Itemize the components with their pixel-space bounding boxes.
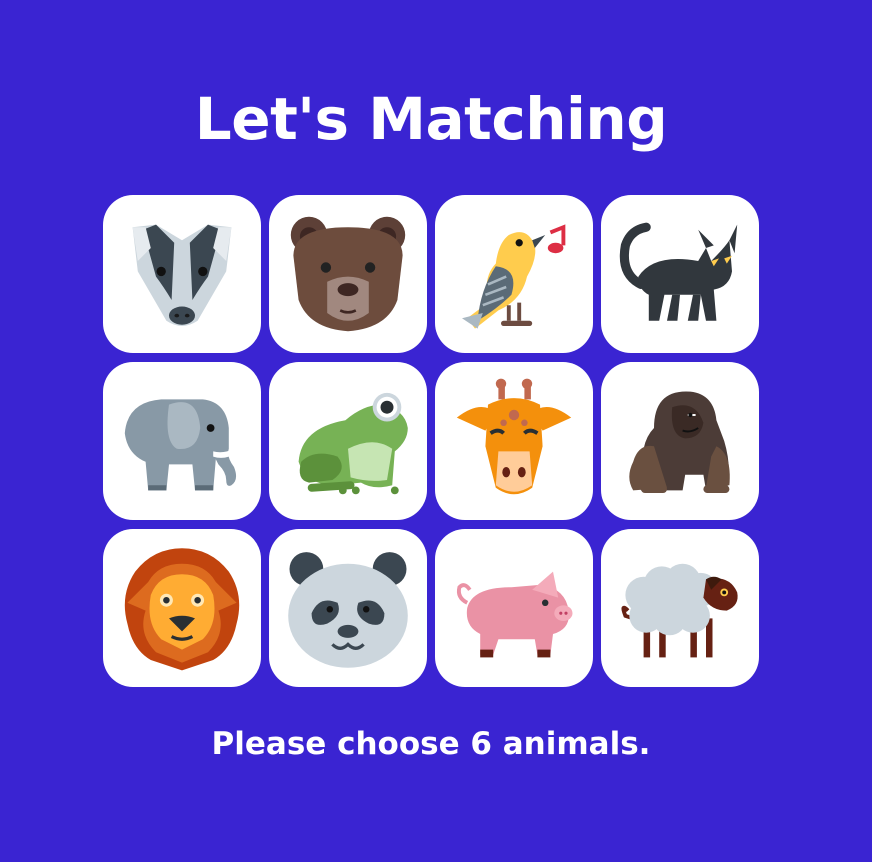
pig-icon [456,571,573,658]
animal-card-bear[interactable] [269,195,427,353]
sheep-icon [621,563,738,658]
animal-card-black-cat[interactable] [601,195,759,353]
animal-grid [103,195,759,687]
singing-bird-icon [462,224,566,329]
giraffe-icon [456,378,572,495]
elephant-icon [124,399,237,491]
animal-card-lion[interactable] [103,529,261,687]
animal-card-gorilla[interactable] [601,362,759,520]
panda-icon [288,552,408,668]
animal-card-panda[interactable] [269,529,427,687]
page-title: Let's Matching [194,85,668,153]
animal-card-pig[interactable] [435,529,593,687]
black-cat-icon [619,222,738,321]
animal-card-giraffe[interactable] [435,362,593,520]
frog-icon [298,392,408,495]
animal-card-sheep[interactable] [601,529,759,687]
animal-card-elephant[interactable] [103,362,261,520]
bear-icon [290,216,406,332]
gorilla-icon [629,391,730,493]
animal-card-bird[interactable] [435,195,593,353]
instruction-text: Please choose 6 animals. [211,726,651,762]
animal-card-badger[interactable] [103,195,261,353]
lion-icon [124,548,240,671]
animal-card-frog[interactable] [269,362,427,520]
badger-icon [132,224,232,326]
